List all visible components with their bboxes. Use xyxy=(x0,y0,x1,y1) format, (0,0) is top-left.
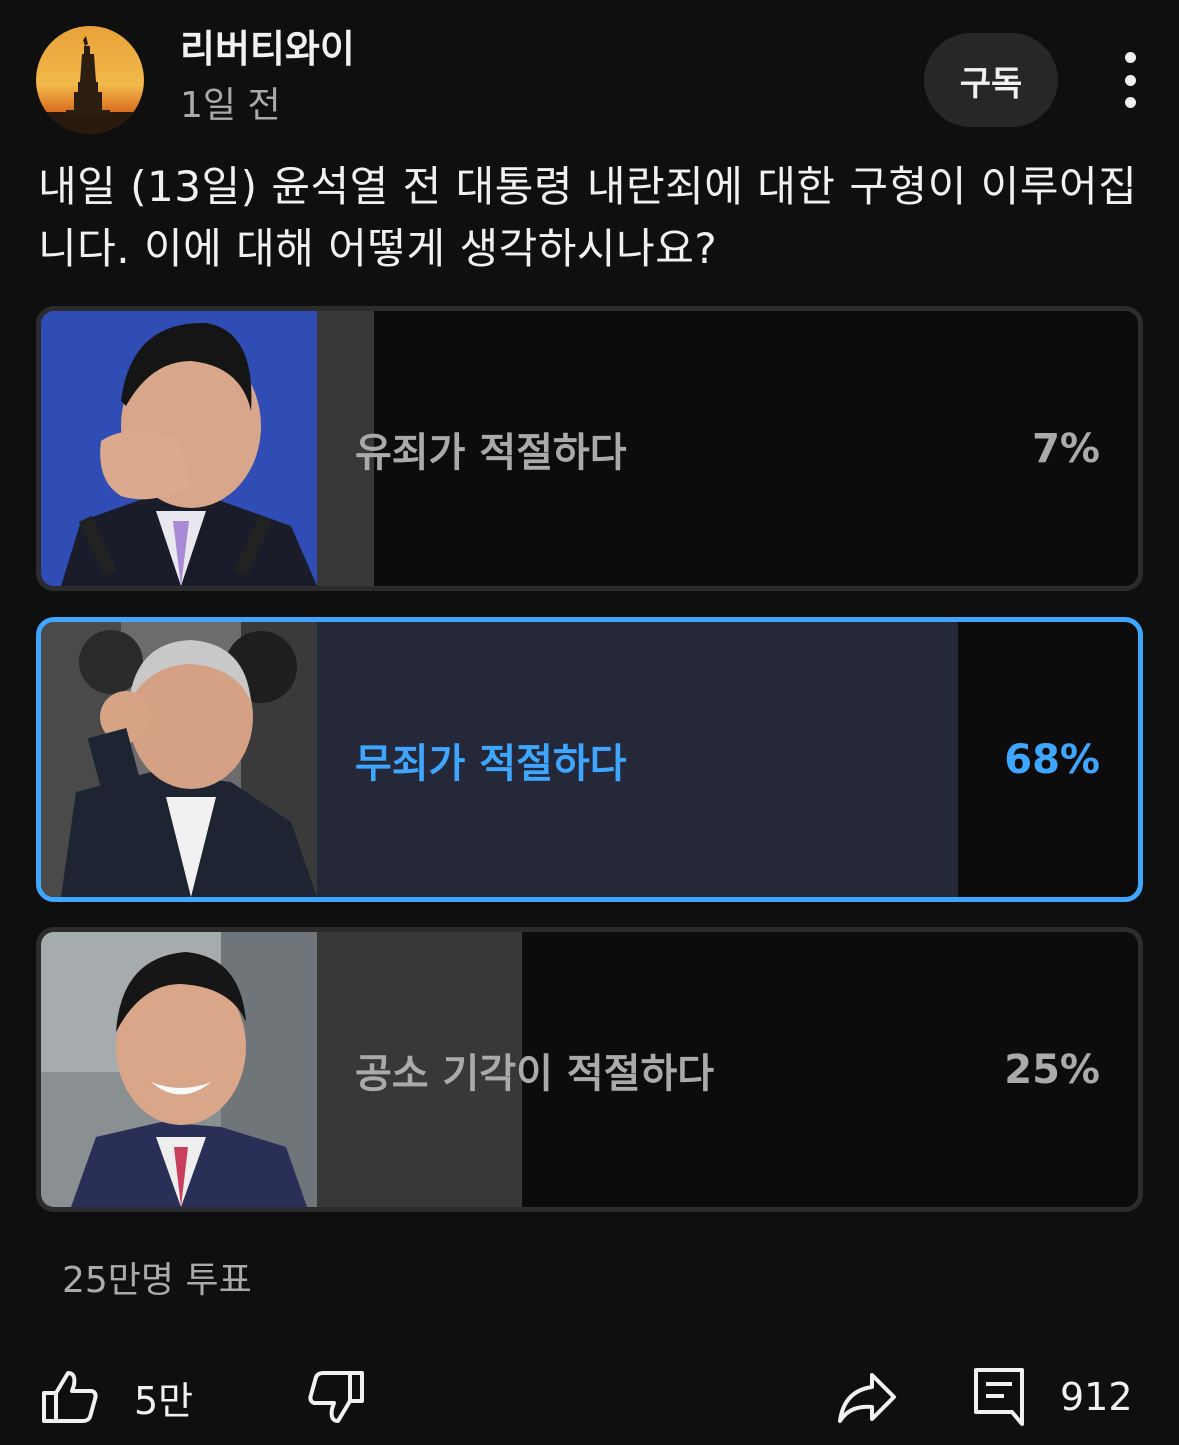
thumbs-down-icon xyxy=(308,1371,364,1423)
option-photo xyxy=(41,622,317,897)
option-percent: 25% xyxy=(1004,1046,1100,1093)
dot xyxy=(1124,74,1136,86)
option-percent: 68% xyxy=(1004,736,1100,783)
vertical-dots-icon[interactable] xyxy=(1108,52,1152,108)
option-percent: 7% xyxy=(1032,425,1100,472)
like-count: 5만 xyxy=(134,1378,194,1423)
option-photo xyxy=(41,311,317,586)
share-button[interactable] xyxy=(836,1362,898,1432)
option-label: 무죄가 적절하다 xyxy=(355,740,627,787)
comment-icon xyxy=(974,1368,1024,1426)
subscribe-button[interactable]: 구독 xyxy=(924,33,1058,127)
option-label: 공소 기각이 적절하다 xyxy=(355,1050,715,1097)
dot xyxy=(1124,97,1136,108)
option-label: 유죄가 적절하다 xyxy=(355,429,627,476)
like-button[interactable]: 5만 xyxy=(40,1362,193,1432)
dot xyxy=(1124,52,1136,63)
share-icon xyxy=(838,1373,896,1423)
comment-button[interactable]: 912 xyxy=(972,1362,1133,1432)
poll-option-not-guilty[interactable]: 무죄가 적절하다 68% xyxy=(36,617,1143,902)
dislike-button[interactable] xyxy=(306,1362,366,1432)
poll-option-dismissal[interactable]: 공소 기각이 적절하다 25% xyxy=(36,927,1143,1212)
thumbs-up-icon xyxy=(42,1371,98,1423)
vote-count: 25만명 투표 xyxy=(62,1260,252,1301)
option-photo xyxy=(41,932,317,1207)
poll-question: 내일 (13일) 윤석열 전 대통령 내란죄에 대한 구형이 이루어집니다. 이… xyxy=(38,162,1138,273)
channel-name[interactable]: 리버티와이 xyxy=(180,26,355,72)
channel-avatar[interactable] xyxy=(36,26,144,134)
poll-option-guilty[interactable]: 유죄가 적절하다 7% xyxy=(36,306,1143,591)
post-timestamp: 1일 전 xyxy=(180,85,281,126)
comment-count: 912 xyxy=(1060,1375,1133,1419)
